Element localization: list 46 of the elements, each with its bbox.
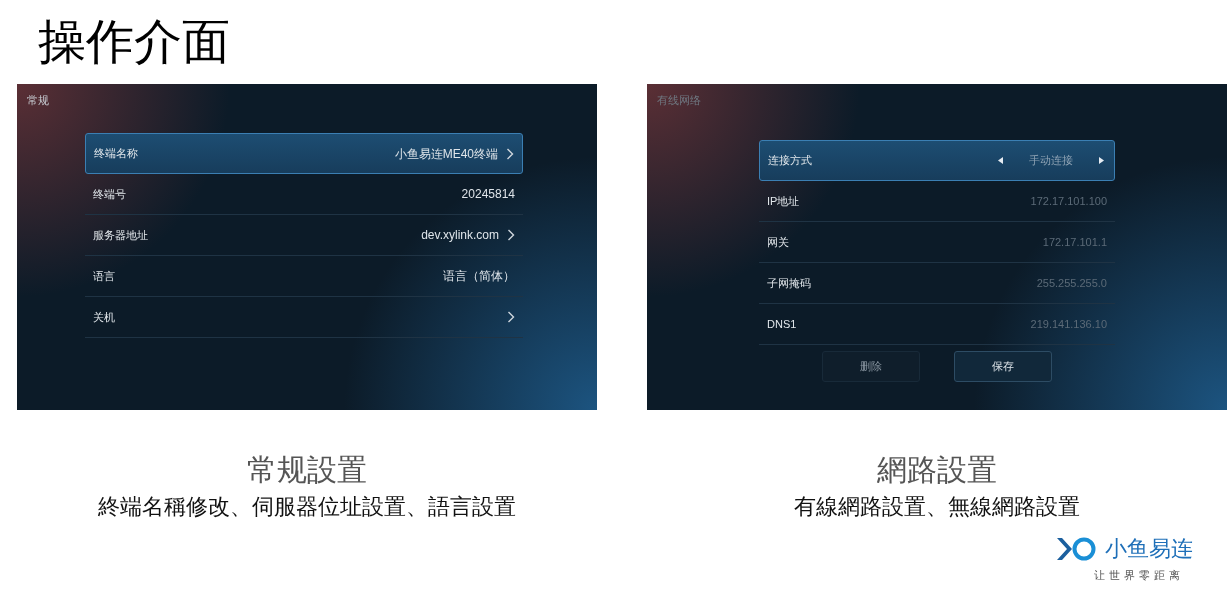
screen-header: 有线网络 — [657, 93, 701, 108]
settings-row[interactable]: 终端名称 小鱼易连ME40终端 — [85, 133, 523, 174]
right-arrow-icon[interactable] — [1099, 157, 1104, 164]
settings-row[interactable]: 子网掩码 255.255.255.0 — [759, 263, 1115, 304]
setting-value: 手动连接 — [1029, 153, 1073, 169]
settings-row[interactable]: 服务器地址 dev.xylink.com — [85, 215, 523, 256]
setting-label: 服务器地址 — [93, 227, 148, 243]
setting-label: 子网掩码 — [767, 275, 811, 291]
slide-title: 操作介面 — [38, 14, 230, 70]
settings-row[interactable]: 终端号 20245814 — [85, 174, 523, 215]
setting-label: 终端名称 — [94, 146, 138, 162]
chevron-right-icon — [506, 147, 514, 160]
setting-label: 终端号 — [93, 186, 126, 202]
settings-row[interactable]: 连接方式 手动连接 — [759, 140, 1115, 181]
setting-value: 小鱼易连ME40终端 — [394, 145, 498, 163]
section-description: 終端名稱修改、伺服器位址設置、語言設置 — [98, 493, 516, 521]
setting-value: 255.255.255.0 — [1036, 275, 1107, 291]
setting-label: DNS1 — [767, 316, 797, 332]
logo-tagline: 让世界零距离 — [1094, 568, 1184, 583]
setting-label: 连接方式 — [768, 153, 812, 169]
settings-row[interactable]: 关机 — [85, 297, 523, 338]
setting-value: dev.xylink.com — [421, 227, 499, 244]
setting-label: 语言 — [93, 268, 115, 284]
settings-row[interactable]: 语言 语言（简体） — [85, 256, 523, 297]
setting-value: 172.17.101.100 — [1030, 193, 1107, 209]
chevron-right-icon — [507, 311, 515, 323]
section-caption: 網路設置 — [877, 452, 997, 488]
setting-value: 20245814 — [461, 186, 515, 203]
dialog-button[interactable]: 删除 — [822, 351, 920, 382]
logo-icon — [1055, 535, 1097, 563]
section-description: 有線網路設置、無線網路設置 — [794, 493, 1080, 521]
settings-row[interactable]: DNS1 219.141.136.10 — [759, 304, 1115, 345]
setting-value: 219.141.136.10 — [1030, 316, 1107, 332]
settings-row[interactable]: IP地址 172.17.101.100 — [759, 181, 1115, 222]
setting-label: IP地址 — [767, 193, 800, 209]
settings-row[interactable]: 网关 172.17.101.1 — [759, 222, 1115, 263]
left-arrow-icon[interactable] — [998, 157, 1003, 164]
setting-value: 语言（简体） — [443, 268, 515, 285]
setting-label: 网关 — [767, 234, 789, 250]
setting-value: 172.17.101.1 — [1042, 234, 1107, 250]
screen-header: 常规 — [27, 93, 49, 108]
section-caption: 常规設置 — [247, 452, 367, 488]
chevron-right-icon — [507, 229, 515, 241]
setting-label: 关机 — [93, 309, 115, 325]
logo-name: 小鱼易连 — [1105, 538, 1193, 560]
dialog-button[interactable]: 保存 — [954, 351, 1052, 382]
